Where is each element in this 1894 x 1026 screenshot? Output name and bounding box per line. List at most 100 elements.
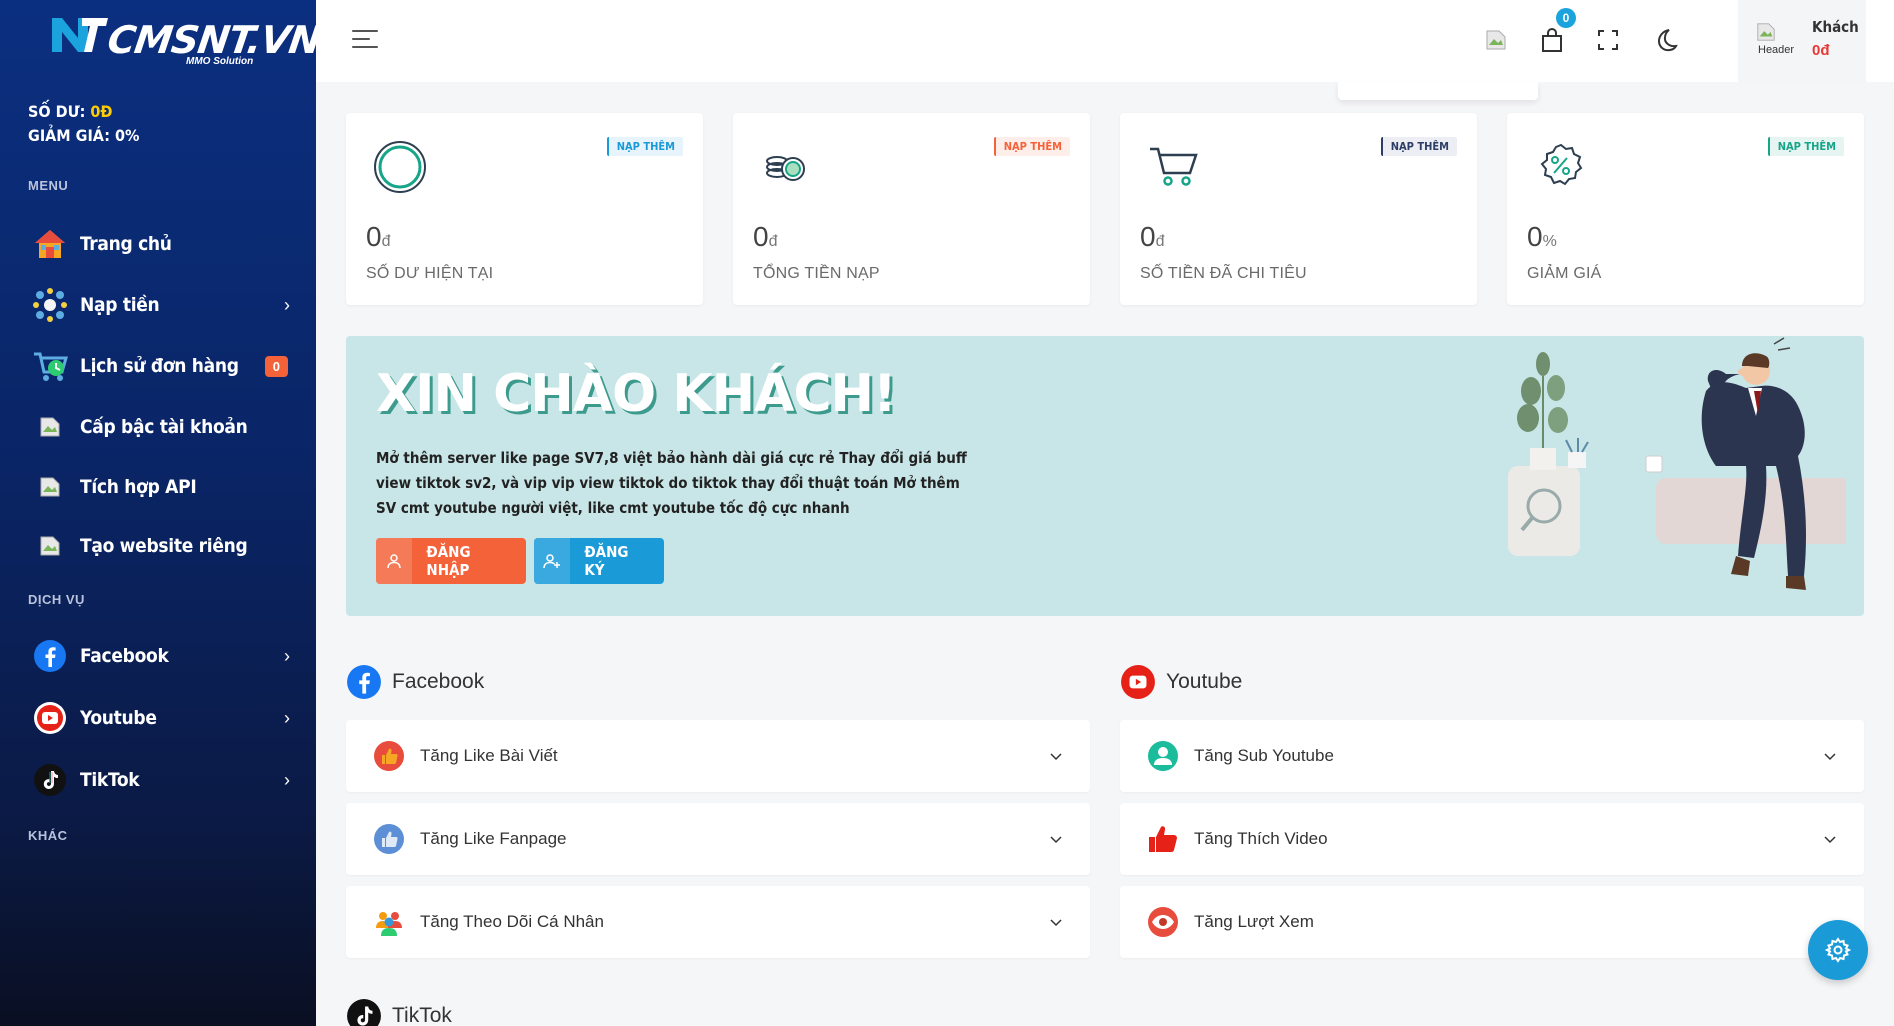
welcome-banner: XIN CHÀO KHÁCH! Mở thêm server like page… [346,336,1864,616]
service-item-label: Tăng Theo Dõi Cá Nhân [420,912,604,931]
service-item-label: Tăng Lượt Xem [1194,912,1314,931]
topup-button[interactable]: NẠP THÊM [606,137,683,156]
sidebar-item-account-level[interactable]: Cấp bậc tài khoản [30,405,300,449]
chevron-down-icon [1824,836,1836,844]
dropdown-panel [1338,82,1538,100]
service-item-facebook-post-like[interactable]: Tăng Like Bài Viết [346,720,1090,792]
cart-history-icon [30,346,70,386]
topbar: 0 Header Khách 0đ [316,0,1894,82]
sidebar-item-create-website[interactable]: Tạo website riêng [30,524,300,568]
discount-label: GIẢM GIÁ: [28,126,110,145]
logo[interactable]: CMSNT.VN MMO Solution [48,12,323,70]
stat-card-total-deposit: NẠP THÊM 0đ TỔNG TIỀN NẠP [733,113,1090,305]
youtube-section-title: Youtube [1120,664,1242,700]
login-button[interactable]: ĐĂNG NHẬP [376,538,526,584]
stat-value: 0% [1527,221,1557,252]
deposit-icon [30,285,70,325]
home-icon [30,224,70,264]
announcement-text: Mở thêm server like page SV7,8 việt bảo … [376,449,967,517]
shopping-cart-icon [1150,147,1198,186]
facebook-section-title: Facebook [346,664,484,700]
sidebar-item-youtube[interactable]: Youtube › [30,696,300,740]
sidebar-item-label: Tạo website riêng [80,535,248,557]
service-item-facebook-follow[interactable]: Tăng Theo Dõi Cá Nhân [346,886,1090,958]
topup-button[interactable]: NẠP THÊM [993,137,1070,156]
language-flag-icon[interactable] [1478,22,1514,58]
service-item-label: Tăng Like Fanpage [420,829,567,848]
settings-gear-button[interactable] [1808,920,1868,980]
stat-card-discount: NẠP THÊM 0% GIẢM GIÁ [1507,113,1864,305]
balance-label: SỐ DƯ: [28,102,86,121]
user-balance: 0đ [1812,42,1830,59]
youtube-icon [1121,665,1155,699]
sidebar-item-label: Youtube [80,707,157,729]
broken-image-icon [30,467,70,507]
stat-value: 0đ [366,221,391,252]
sidebar-item-api[interactable]: Tích hợp API [30,465,300,509]
service-item-youtube-like[interactable]: Tăng Thích Video [1120,803,1864,875]
group-users-icon [372,905,406,939]
balance-value: 0Đ [90,102,113,121]
stat-value: 0đ [1140,221,1165,252]
order-count-badge: 0 [264,355,288,377]
stat-label: SỐ TIỀN ĐÃ CHI TIÊU [1140,265,1307,282]
section-title-text: Facebook [392,670,485,693]
facebook-icon [347,665,381,699]
balance-summary: SỐ DƯ: 0Đ GIẢM GIÁ: 0% [28,100,139,148]
stat-value: 0đ [753,221,778,252]
youtube-icon [30,698,70,738]
user-name: Khách [1812,18,1859,36]
sidebar-item-label: Nạp tiền [80,294,160,316]
thumbs-up-icon [372,739,406,773]
cart-count-badge: 0 [1556,8,1576,28]
subscriber-icon [1146,739,1180,773]
user-icon [376,538,413,584]
section-title-text: Youtube [1166,670,1243,693]
sidebar-item-label: Tích hợp API [80,476,197,498]
chevron-down-icon [1050,919,1062,927]
user-menu[interactable]: Header Khách 0đ [1738,0,1866,82]
logo-subtitle: MMO Solution [186,56,254,67]
chevron-right-icon: › [284,645,290,666]
topup-button[interactable]: NẠP THÊM [1767,137,1844,156]
service-item-youtube-sub[interactable]: Tăng Sub Youtube [1120,720,1864,792]
sidebar-item-deposit[interactable]: Nạp tiền › [30,283,300,327]
tiktok-section-title: TikTok [346,998,452,1026]
service-item-label: Tăng Like Bài Viết [420,746,558,765]
welcome-illustration [1508,337,1846,590]
tiktok-icon [347,999,381,1026]
sidebar-item-label: Trang chủ [80,233,172,255]
chevron-down-icon [1050,753,1062,761]
chevron-right-icon: › [284,294,290,315]
welcome-title: XIN CHÀO KHÁCH! [376,364,897,424]
sidebar-item-tiktok[interactable]: TikTok › [30,758,300,802]
fullscreen-icon[interactable] [1590,22,1626,58]
eye-icon [1146,905,1180,939]
fanpage-like-icon [372,822,406,856]
login-label: ĐĂNG NHẬP [426,543,471,579]
stat-label: GIẢM GIÁ [1527,265,1602,282]
sidebar-item-facebook[interactable]: Facebook › [30,634,300,678]
topup-button[interactable]: NẠP THÊM [1380,137,1457,156]
gear-icon [1825,937,1851,963]
service-item-label: Tăng Thích Video [1194,829,1328,848]
stat-label: TỔNG TIỀN NẠP [753,265,880,282]
dark-mode-icon[interactable] [1648,22,1684,58]
wallet-circle-icon [374,141,426,193]
service-item-facebook-fanpage-like[interactable]: Tăng Like Fanpage [346,803,1090,875]
section-title-text: TikTok [392,1004,452,1026]
broken-image-icon [30,526,70,566]
section-title-service: DỊCH VỤ [28,592,85,607]
stat-card-balance: NẠP THÊM 0đ SỐ DƯ HIỆN TẠI [346,113,703,305]
sidebar-item-order-history[interactable]: Lịch sử đơn hàng 0 [30,344,300,388]
sidebar-item-home[interactable]: Trang chủ [30,222,300,266]
cart-icon[interactable]: 0 [1534,8,1576,58]
chevron-right-icon: › [284,769,290,790]
chevron-right-icon: › [284,707,290,728]
menu-toggle-icon[interactable] [352,30,378,50]
sidebar-item-label: Facebook [80,645,169,667]
chevron-down-icon [1824,753,1836,761]
sidebar: CMSNT.VN MMO Solution SỐ DƯ: 0Đ GIẢM GIÁ… [0,0,323,1026]
service-item-youtube-views[interactable]: Tăng Lượt Xem [1120,886,1864,958]
register-button[interactable]: ĐĂNG KÝ [534,538,664,584]
